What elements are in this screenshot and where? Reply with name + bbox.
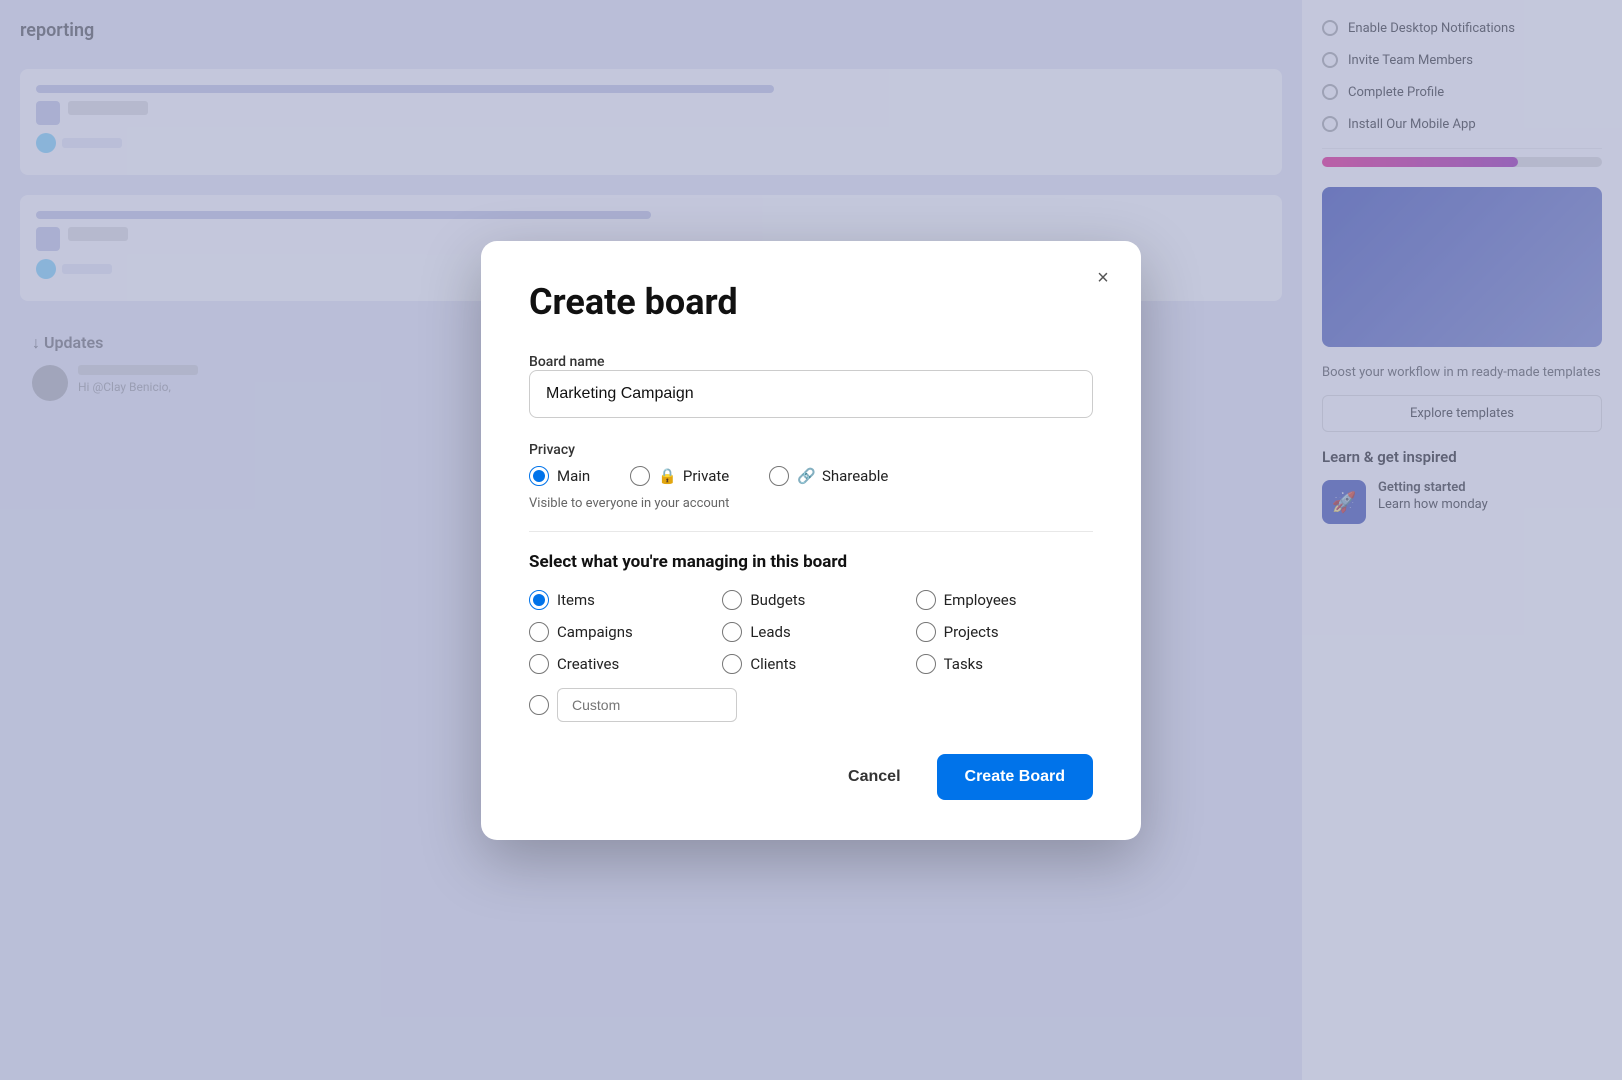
- managing-campaigns-label: Campaigns: [557, 623, 633, 641]
- managing-clients-label: Clients: [750, 655, 796, 673]
- managing-custom-radio[interactable]: [529, 695, 549, 715]
- managing-creatives-option[interactable]: Creatives: [529, 654, 706, 674]
- privacy-main-option[interactable]: Main: [529, 466, 590, 486]
- privacy-label: Privacy: [529, 442, 1093, 458]
- managing-tasks-radio[interactable]: [916, 654, 936, 674]
- create-board-button[interactable]: Create Board: [937, 754, 1093, 800]
- managing-items-option[interactable]: Items: [529, 590, 706, 610]
- privacy-private-label: 🔒 Private: [658, 467, 729, 485]
- managing-employees-radio[interactable]: [916, 590, 936, 610]
- custom-input[interactable]: [557, 688, 737, 722]
- board-name-label: Board name: [529, 354, 605, 370]
- section-divider: [529, 531, 1093, 532]
- privacy-options: Main 🔒 Private 🔗 Shareable: [529, 466, 1093, 486]
- custom-row: [529, 688, 1093, 722]
- managing-employees-option[interactable]: Employees: [916, 590, 1093, 610]
- privacy-shareable-label: 🔗 Shareable: [797, 467, 888, 485]
- modal-title: Create board: [529, 281, 1093, 323]
- managing-leads-label: Leads: [750, 623, 790, 641]
- lock-icon: 🔒: [658, 467, 677, 485]
- create-board-modal: × Create board Board name Privacy Main 🔒…: [481, 241, 1141, 840]
- privacy-section: Privacy Main 🔒 Private 🔗: [529, 442, 1093, 511]
- managing-campaigns-option[interactable]: Campaigns: [529, 622, 706, 642]
- managing-tasks-option[interactable]: Tasks: [916, 654, 1093, 674]
- managing-title: Select what you're managing in this boar…: [529, 552, 1093, 572]
- managing-clients-option[interactable]: Clients: [722, 654, 899, 674]
- managing-budgets-label: Budgets: [750, 591, 805, 609]
- close-icon: ×: [1097, 267, 1109, 290]
- privacy-hint: Visible to everyone in your account: [529, 496, 1093, 511]
- cancel-button[interactable]: Cancel: [828, 756, 920, 798]
- privacy-shareable-radio[interactable]: [769, 466, 789, 486]
- managing-leads-option[interactable]: Leads: [722, 622, 899, 642]
- managing-creatives-radio[interactable]: [529, 654, 549, 674]
- managing-budgets-option[interactable]: Budgets: [722, 590, 899, 610]
- close-button[interactable]: ×: [1085, 261, 1121, 297]
- managing-clients-radio[interactable]: [722, 654, 742, 674]
- managing-budgets-radio[interactable]: [722, 590, 742, 610]
- managing-leads-radio[interactable]: [722, 622, 742, 642]
- managing-creatives-label: Creatives: [557, 655, 619, 673]
- managing-projects-radio[interactable]: [916, 622, 936, 642]
- modal-footer: Cancel Create Board: [529, 754, 1093, 800]
- managing-projects-label: Projects: [944, 623, 999, 641]
- privacy-shareable-option[interactable]: 🔗 Shareable: [769, 466, 888, 486]
- managing-campaigns-radio[interactable]: [529, 622, 549, 642]
- privacy-main-label: Main: [557, 467, 590, 485]
- privacy-private-radio[interactable]: [630, 466, 650, 486]
- managing-projects-option[interactable]: Projects: [916, 622, 1093, 642]
- managing-grid: Items Budgets Employees Campaigns L: [529, 590, 1093, 674]
- share-icon: 🔗: [797, 467, 816, 485]
- board-name-input[interactable]: [529, 370, 1093, 418]
- managing-items-label: Items: [557, 591, 595, 609]
- privacy-private-option[interactable]: 🔒 Private: [630, 466, 729, 486]
- managing-section: Select what you're managing in this boar…: [529, 552, 1093, 722]
- managing-items-radio[interactable]: [529, 590, 549, 610]
- managing-employees-label: Employees: [944, 591, 1017, 609]
- privacy-main-radio[interactable]: [529, 466, 549, 486]
- managing-tasks-label: Tasks: [944, 655, 983, 673]
